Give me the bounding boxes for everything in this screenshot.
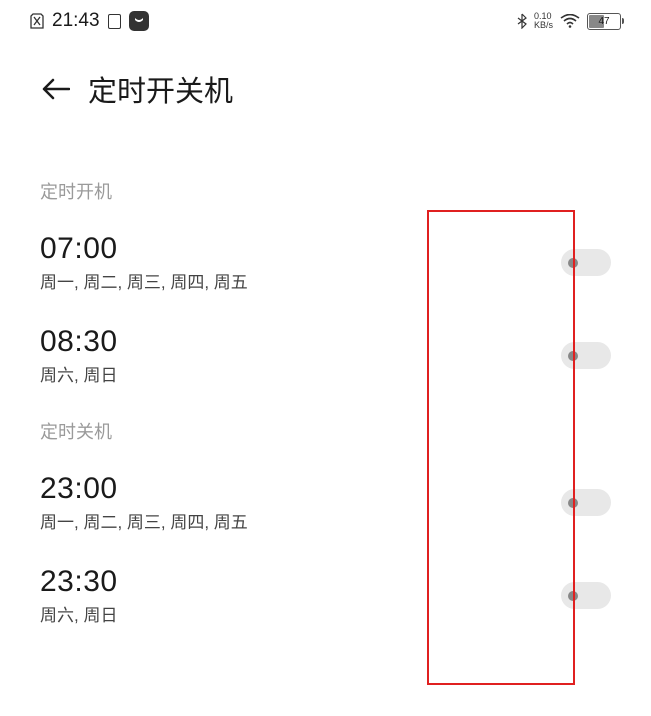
- schedule-text: 23:30 周六, 周日: [40, 565, 118, 626]
- toggle-poweron-1[interactable]: [561, 342, 611, 369]
- schedule-time: 07:00: [40, 232, 248, 266]
- schedule-days: 周六, 周日: [40, 601, 118, 626]
- content: 定时开机 07:00 周一, 周二, 周三, 周四, 周五 08:30 周六, …: [0, 130, 651, 626]
- schedule-days: 周六, 周日: [40, 361, 118, 386]
- page-title: 定时开关机: [88, 68, 233, 110]
- status-time: 21:43: [52, 10, 100, 32]
- schedule-days: 周一, 周二, 周三, 周四, 周五: [40, 268, 248, 293]
- wifi-icon: [560, 14, 580, 29]
- back-arrow-icon[interactable]: [42, 78, 70, 100]
- toggle-poweroff-0[interactable]: [561, 489, 611, 516]
- schedule-time: 23:00: [40, 472, 248, 506]
- page-header: 定时开关机: [0, 38, 651, 130]
- schedule-item-poweron-0[interactable]: 07:00 周一, 周二, 周三, 周四, 周五: [40, 232, 611, 293]
- toggle-knob: [568, 498, 578, 508]
- schedule-time: 08:30: [40, 325, 118, 359]
- schedule-item-poweron-1[interactable]: 08:30 周六, 周日: [40, 325, 611, 386]
- toggle-poweroff-1[interactable]: [561, 582, 611, 609]
- schedule-item-poweroff-1[interactable]: 23:30 周六, 周日: [40, 565, 611, 626]
- schedule-text: 07:00 周一, 周二, 周三, 周四, 周五: [40, 232, 248, 293]
- status-right: 0.10 KB/s 47: [517, 12, 621, 30]
- toggle-poweron-0[interactable]: [561, 249, 611, 276]
- status-bar: 21:43 0.10 KB/s 47: [0, 0, 651, 38]
- app-icon: [129, 11, 149, 31]
- toggle-knob: [568, 591, 578, 601]
- schedule-text: 23:00 周一, 周二, 周三, 周四, 周五: [40, 472, 248, 533]
- network-speed: 0.10 KB/s: [534, 12, 553, 30]
- schedule-time: 23:30: [40, 565, 118, 599]
- schedule-item-poweroff-0[interactable]: 23:00 周一, 周二, 周三, 周四, 周五: [40, 472, 611, 533]
- section-label-poweron: 定时开机: [40, 178, 611, 204]
- toggle-knob: [568, 258, 578, 268]
- schedule-days: 周一, 周二, 周三, 周四, 周五: [40, 508, 248, 533]
- sd-card-icon: [108, 14, 121, 29]
- battery-icon: 47: [587, 13, 621, 30]
- status-left: 21:43: [30, 10, 149, 32]
- bluetooth-icon: [517, 13, 527, 29]
- toggle-knob: [568, 351, 578, 361]
- section-label-poweroff: 定时关机: [40, 418, 611, 444]
- schedule-text: 08:30 周六, 周日: [40, 325, 118, 386]
- no-sim-icon: [30, 13, 44, 29]
